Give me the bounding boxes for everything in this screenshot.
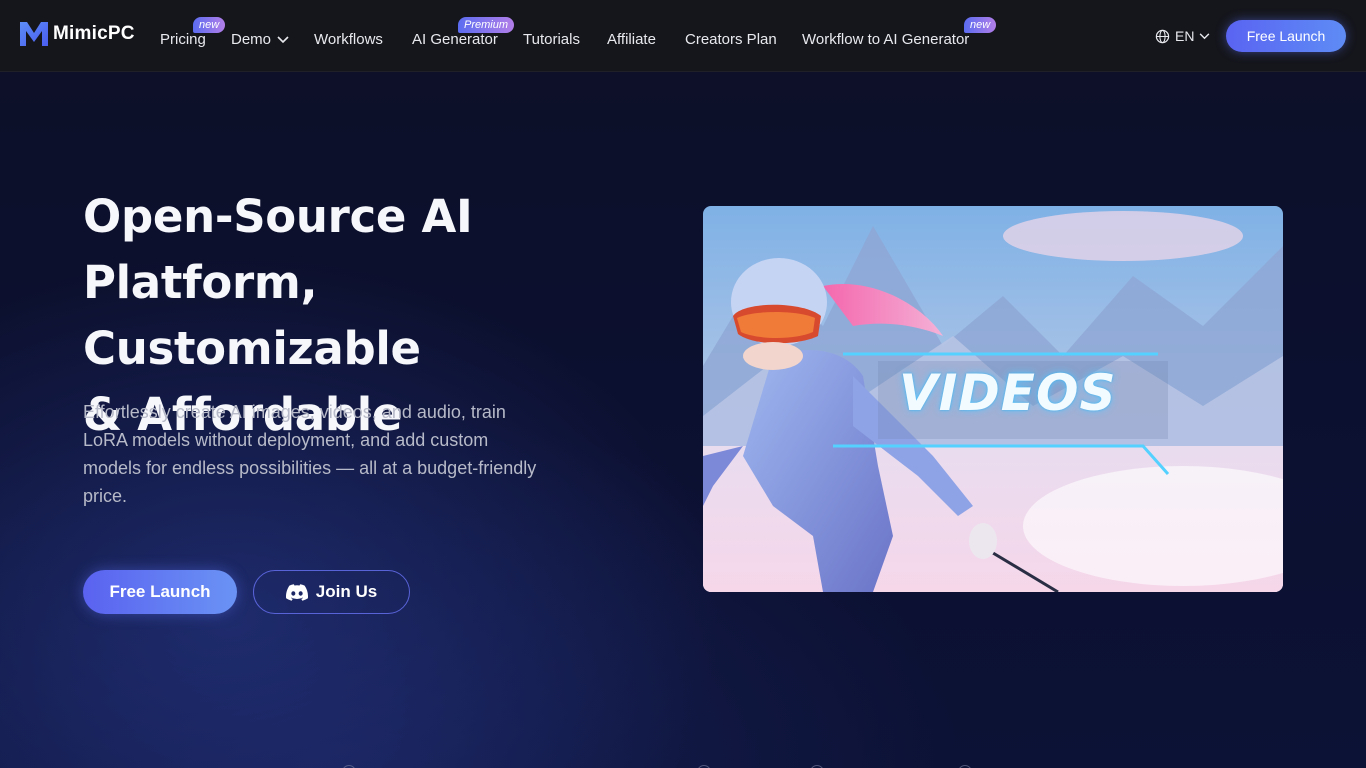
nav-item-affiliate[interactable]: Affiliate xyxy=(607,31,656,49)
video-overlay-text: VIDEOS xyxy=(899,364,1117,422)
nav-item-tutorials[interactable]: Tutorials xyxy=(523,31,580,49)
chevron-down-icon xyxy=(1200,32,1210,39)
join-us-label: Join Us xyxy=(315,582,378,601)
nav-item-workflows[interactable]: Workflows xyxy=(314,31,383,49)
logo-text: MimicPC xyxy=(53,23,135,44)
mimicpc-logo-icon xyxy=(20,22,48,46)
nav-item-pricing[interactable]: Pricing xyxy=(160,31,206,49)
logo[interactable]: MimicPC xyxy=(19,19,135,49)
nav-item-workflow-to-ai-generator[interactable]: Workflow to AI Generator xyxy=(802,31,969,49)
nav-item-demo-label: Demo xyxy=(231,31,272,48)
discord-icon xyxy=(285,583,308,601)
join-us-button[interactable]: Join Us xyxy=(253,570,410,614)
hero-description: Effortlessly create AI images, videos, a… xyxy=(83,402,537,506)
hero-free-launch-button[interactable]: Free Launch xyxy=(83,570,237,614)
nav-item-ai-generator[interactable]: AI Generator xyxy=(412,31,498,49)
bottom-partial-icons xyxy=(0,762,1366,768)
hero-title-line-2: Platform, Customizable xyxy=(83,256,421,375)
language-label: EN xyxy=(1175,28,1195,44)
top-navigation: MimicPC new Pricing Demo Workflows Premi… xyxy=(0,0,1366,72)
nav-item-demo[interactable]: Demo xyxy=(231,31,289,49)
globe-icon xyxy=(1155,29,1170,43)
nav-free-launch-button[interactable]: Free Launch xyxy=(1226,20,1346,52)
hero-title-line-1: Open-Source AI xyxy=(83,190,473,243)
chevron-down-icon xyxy=(277,36,289,44)
nav-item-creators-plan[interactable]: Creators Plan xyxy=(685,31,777,49)
hero-video-preview[interactable]: VIDEOS xyxy=(703,206,1283,592)
language-selector[interactable]: EN xyxy=(1155,27,1210,45)
